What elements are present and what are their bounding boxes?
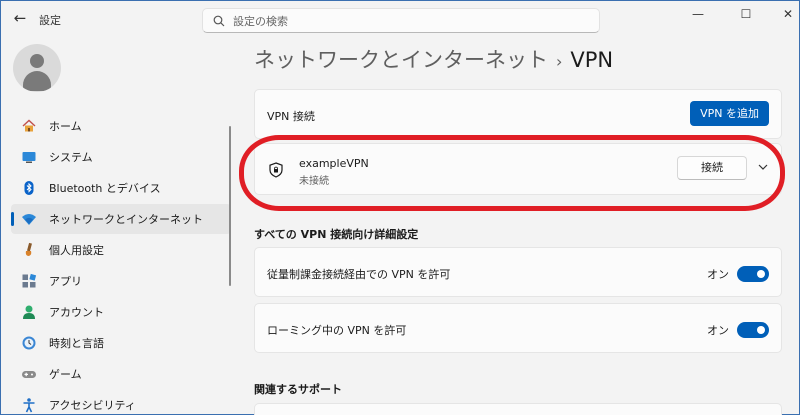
breadcrumb: ネットワークとインターネット › VPN [254,44,613,74]
vpn-item-status: 未接続 [299,176,329,187]
sidebar-item-accounts[interactable]: アカウント [11,297,231,327]
wifi-icon [21,211,37,227]
home-icon [21,118,37,134]
minimize-button[interactable]: — [684,5,712,23]
sidebar-item-home[interactable]: ホーム [11,111,231,141]
search-placeholder: 設定の検索 [233,14,288,28]
back-button[interactable]: ← [9,7,31,29]
related-support-card[interactable] [254,403,782,415]
search-icon [213,15,225,26]
sidebar-item-label: 時刻と言語 [49,337,104,350]
metered-vpn-label: 従量制課金接続経由での VPN を許可 [267,268,451,281]
advanced-settings-heading: すべての VPN 接続向け詳細設定 [254,228,419,241]
sidebar-item-label: アカウント [49,306,104,319]
sidebar-item-label: ネットワークとインターネット [49,213,203,226]
toggle-knob [757,326,765,334]
metered-vpn-card: 従量制課金接続経由での VPN を許可 オン [254,247,782,297]
title-bar: ← 設定 設定の検索 — ☐ ✕ [1,1,799,35]
roaming-vpn-state: オン [707,324,729,337]
brush-icon [21,242,37,258]
sidebar-item-label: アクセシビリティ [49,399,136,412]
vpn-item-name: exampleVPN [299,157,369,170]
avatar[interactable] [13,44,61,92]
roaming-vpn-toggle[interactable] [737,322,769,338]
sidebar-item-label: アプリ [49,275,82,288]
metered-vpn-toggle[interactable] [737,266,769,282]
vpn-connections-card: VPN 接続 VPN を追加 [254,89,782,139]
sidebar-item-system[interactable]: システム [11,142,231,172]
breadcrumb-parent[interactable]: ネットワークとインターネット [254,48,548,72]
system-icon [21,149,37,165]
sidebar-item-label: ホーム [49,120,82,133]
close-button[interactable]: ✕ [774,5,800,23]
sidebar-scrollbar[interactable] [229,126,231,286]
add-vpn-button[interactable]: VPN を追加 [690,101,769,126]
sidebar-item-gaming[interactable]: ゲーム [11,359,231,389]
apps-icon [21,273,37,289]
avatar-body [23,71,51,91]
maximize-button[interactable]: ☐ [732,5,760,23]
connect-button[interactable]: 接続 [677,156,747,180]
search-input[interactable]: 設定の検索 [202,8,600,33]
vpn-connections-label: VPN 接続 [267,110,315,123]
roaming-vpn-card: ローミング中の VPN を許可 オン [254,303,782,353]
time-language-icon [21,335,37,351]
sidebar-item-label: システム [49,151,93,164]
sidebar-item-network[interactable]: ネットワークとインターネット [11,204,231,234]
app-title: 設定 [39,14,61,27]
vpn-item-card[interactable]: exampleVPN 未接続 接続 [254,143,782,195]
sidebar-item-bluetooth[interactable]: Bluetooth とデバイス [11,173,231,203]
page-title: VPN [570,48,614,72]
toggle-knob [757,270,765,278]
sidebar-item-accessibility[interactable]: アクセシビリティ [11,390,231,415]
metered-vpn-state: オン [707,268,729,281]
roaming-vpn-label: ローミング中の VPN を許可 [267,324,407,337]
sidebar-item-time-language[interactable]: 時刻と言語 [11,328,231,358]
game-icon [21,366,37,382]
sidebar-item-label: 個人用設定 [49,244,104,257]
bluetooth-icon [21,180,37,196]
avatar-head [30,54,44,68]
sidebar-item-label: Bluetooth とデバイス [49,182,161,195]
breadcrumb-separator: › [556,52,563,71]
chevron-down-icon[interactable] [757,161,769,173]
sidebar-item-apps[interactable]: アプリ [11,266,231,296]
sidebar-nav: ホーム システム Bluetooth とデバイス ネットワークとインターネット … [11,111,231,415]
sidebar-item-label: ゲーム [49,368,82,381]
sidebar-item-personalization[interactable]: 個人用設定 [11,235,231,265]
related-support-heading: 関連するサポート [254,383,342,396]
account-icon [21,304,37,320]
accessibility-icon [21,397,37,413]
vpn-shield-icon [269,162,283,178]
